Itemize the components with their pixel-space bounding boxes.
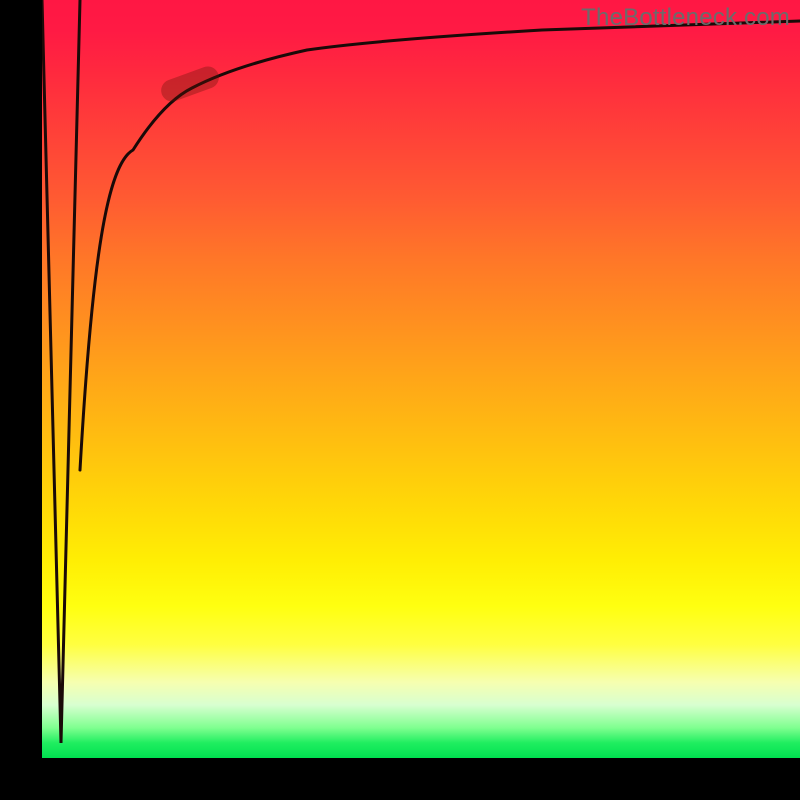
left-spike [42,0,80,743]
x-axis [0,758,800,800]
chart-canvas: TheBottleneck.com [0,0,800,800]
curve-layer [42,0,800,758]
watermark: TheBottleneck.com [581,4,790,32]
y-axis [0,0,42,800]
plot-area [42,0,800,758]
